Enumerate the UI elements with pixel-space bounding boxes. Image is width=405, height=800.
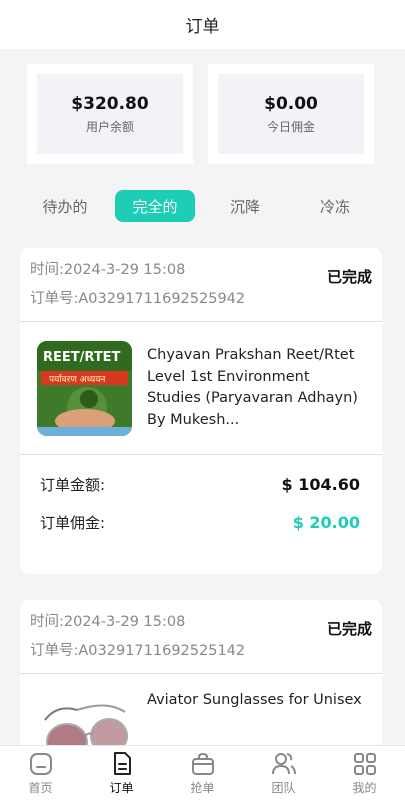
- tab-frozen[interactable]: 冷冻: [290, 190, 380, 222]
- tabbar-team-label: 团队: [271, 781, 296, 795]
- tabbar-grab[interactable]: 抢单: [162, 746, 243, 800]
- status-tabs: 待办的 完全的 沉降 冷冻: [20, 190, 383, 222]
- bottom-tab-bar: 首页 订单 抢单 团队 我的: [0, 745, 405, 800]
- team-icon: [271, 753, 296, 775]
- order-card[interactable]: 时间:2024-3-29 15:08 订单号:A0329171169252594…: [20, 248, 382, 574]
- stats-row: $320.80 用户余额 $0.00 今日佣金: [27, 64, 374, 164]
- product-image: REET/RTET पर्यावरण अध्ययन: [37, 340, 132, 436]
- balance-card: $320.80 用户余额: [27, 64, 193, 164]
- thumb-subtitle: पर्यावरण अध्ययन: [49, 373, 106, 385]
- balance-value: $320.80: [71, 93, 149, 114]
- order-status: 已完成: [326, 268, 372, 286]
- tab-pending[interactable]: 待办的: [20, 190, 110, 222]
- tabbar-orders[interactable]: 订单: [81, 746, 162, 800]
- tabbar-team[interactable]: 团队: [243, 746, 324, 800]
- order-time: 时间:2024-3-29 15:08: [30, 614, 186, 630]
- order-number: 订单号:A03291711692525942: [30, 291, 246, 307]
- order-header: 时间:2024-3-29 15:08 订单号:A0329171169252594…: [20, 248, 382, 322]
- order-number: 订单号:A03291711692525142: [30, 643, 246, 659]
- order-amounts: 订单金额: $ 104.60 订单佣金: $ 20.00: [20, 455, 382, 541]
- tabbar-mine-label: 我的: [352, 781, 377, 795]
- product-name: Chyavan Prakshan Reet/Rtet Level 1st Env…: [147, 347, 358, 428]
- tab-settled[interactable]: 沉降: [200, 190, 290, 222]
- orders-icon: [113, 752, 131, 775]
- order-time: 时间:2024-3-29 15:08: [30, 262, 186, 278]
- home-icon: [29, 753, 52, 775]
- balance-label: 用户余额: [85, 119, 134, 134]
- today-commission-label: 今日佣金: [266, 119, 315, 134]
- order-amount-label: 订单金额:: [40, 475, 106, 494]
- tabbar-mine[interactable]: 我的: [324, 746, 405, 800]
- grid-icon: [353, 753, 376, 775]
- product-name: Aviator Sunglasses for Unisex: [147, 692, 362, 708]
- tabbar-home-label: 首页: [28, 781, 53, 795]
- order-header: 时间:2024-3-29 15:08 订单号:A0329171169252514…: [20, 600, 382, 674]
- product-row[interactable]: REET/RTET पर्यावरण अध्ययन Chyavan Praksh…: [20, 322, 382, 455]
- tabbar-orders-label: 订单: [109, 781, 134, 795]
- tab-completed[interactable]: 完全的: [115, 190, 195, 222]
- order-commission-label: 订单佣金:: [40, 513, 106, 532]
- tabbar-grab-label: 抢单: [190, 781, 215, 795]
- top-bar: 订单: [0, 0, 405, 49]
- order-commission-value: $ 20.00: [292, 512, 360, 532]
- order-status: 已完成: [326, 620, 372, 638]
- tabbar-home[interactable]: 首页: [0, 746, 81, 800]
- today-commission-value: $0.00: [264, 93, 318, 114]
- commission-card: $0.00 今日佣金: [208, 64, 374, 164]
- bag-icon: [191, 752, 214, 775]
- order-amount-value: $ 104.60: [281, 474, 360, 494]
- page-title: 订单: [185, 17, 220, 37]
- thumb-title: REET/RTET: [43, 350, 121, 365]
